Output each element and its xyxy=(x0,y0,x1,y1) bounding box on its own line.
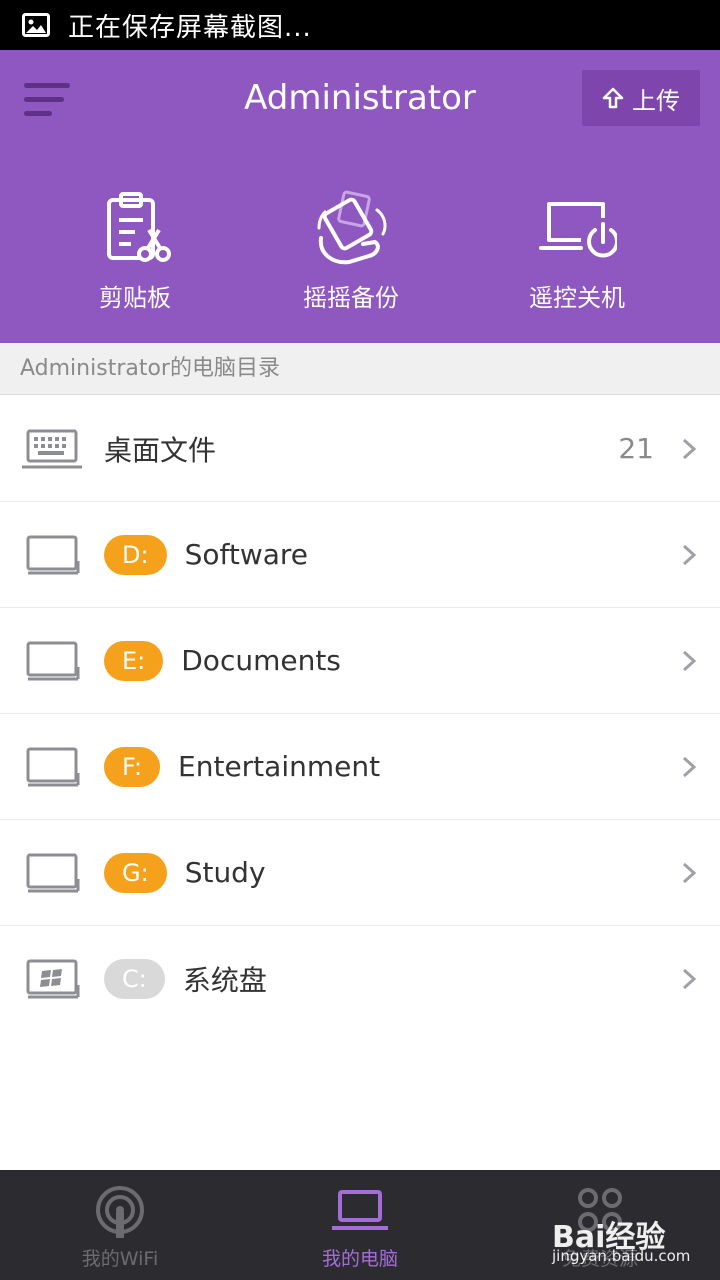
nav-free-resources[interactable]: 免费资源 xyxy=(480,1170,720,1280)
remote-shutdown-icon xyxy=(539,202,617,258)
list-item-drive-f[interactable]: F: Entertainment xyxy=(0,714,720,820)
clipboard-action[interactable]: 剪贴板 xyxy=(45,190,225,313)
drive-icon xyxy=(26,853,80,892)
chevron-right-icon xyxy=(682,862,697,883)
drive-letter-badge: G: xyxy=(104,852,167,893)
drive-icon xyxy=(26,641,80,680)
list-item-drive-e[interactable]: E: Documents xyxy=(0,608,720,714)
drive-label: Documents xyxy=(181,644,341,677)
list-item-drive-g[interactable]: G: Study xyxy=(0,820,720,926)
list-item-drive-d[interactable]: D: Software xyxy=(0,502,720,608)
drive-letter-badge: F: xyxy=(104,746,161,787)
nav-my-wifi[interactable]: 我的WiFi xyxy=(0,1170,240,1280)
status-bar: 正在保存屏幕截图... xyxy=(0,0,720,50)
desktop-label: 桌面文件 xyxy=(104,433,217,467)
directory-list: 桌面文件 21 D: Software E: Documents F: Ente… xyxy=(0,396,720,1032)
windows-drive-icon xyxy=(26,959,80,999)
app-header: Administrator 上传 剪贴板 摇摇备份 遥控关机 xyxy=(0,50,720,343)
item-count: 21 xyxy=(618,432,654,465)
remote-shutdown-label: 遥控关机 xyxy=(529,284,625,312)
system-drive-label: 系统盘 xyxy=(182,964,267,997)
nav-label: 我的WiFi xyxy=(81,1248,159,1270)
list-item-drive-c[interactable]: C: 系统盘 xyxy=(0,926,720,1032)
chevron-right-icon xyxy=(682,544,697,565)
laptop-icon xyxy=(332,1190,388,1230)
nav-label: 免费资源 xyxy=(561,1248,638,1270)
nav-my-computer[interactable]: 我的电脑 xyxy=(240,1170,480,1280)
chevron-right-icon xyxy=(682,968,697,990)
drive-icon xyxy=(26,747,80,786)
bottom-nav: 我的WiFi 我的电脑 免费资源 xyxy=(0,1170,720,1280)
clipboard-label: 剪贴板 xyxy=(99,284,171,312)
quick-actions: 剪贴板 摇摇备份 遥控关机 xyxy=(0,190,720,313)
nav-label: 我的电脑 xyxy=(321,1248,398,1270)
list-item-desktop[interactable]: 桌面文件 21 xyxy=(0,396,720,502)
wifi-antenna-icon xyxy=(96,1186,144,1238)
chevron-right-icon xyxy=(682,438,697,459)
shake-backup-icon xyxy=(317,190,387,265)
drive-label: Software xyxy=(184,538,309,571)
drive-label: Study xyxy=(184,856,266,889)
drive-letter-badge: E: xyxy=(104,640,164,681)
drive-label: Entertainment xyxy=(178,750,381,783)
status-text: 正在保存屏幕截图... xyxy=(68,12,312,43)
image-icon xyxy=(22,13,50,37)
chevron-right-icon xyxy=(682,650,697,671)
drive-icon xyxy=(26,535,80,574)
drive-letter-badge: C: xyxy=(104,959,165,999)
shake-backup-action[interactable]: 摇摇备份 xyxy=(261,190,441,313)
drive-letter-badge: D: xyxy=(104,534,167,575)
clipboard-scissors-icon xyxy=(107,192,171,262)
upload-button[interactable]: 上传 xyxy=(582,70,700,126)
shake-backup-label: 摇摇备份 xyxy=(303,284,399,312)
section-title: Administrator的电脑目录 xyxy=(0,343,720,395)
keyboard-laptop-icon xyxy=(22,429,82,468)
remote-shutdown-action[interactable]: 遥控关机 xyxy=(487,190,667,313)
chevron-right-icon xyxy=(682,756,697,777)
upload-label: 上传 xyxy=(632,86,680,115)
arrow-up-icon xyxy=(602,87,624,109)
resources-icon xyxy=(578,1188,622,1232)
